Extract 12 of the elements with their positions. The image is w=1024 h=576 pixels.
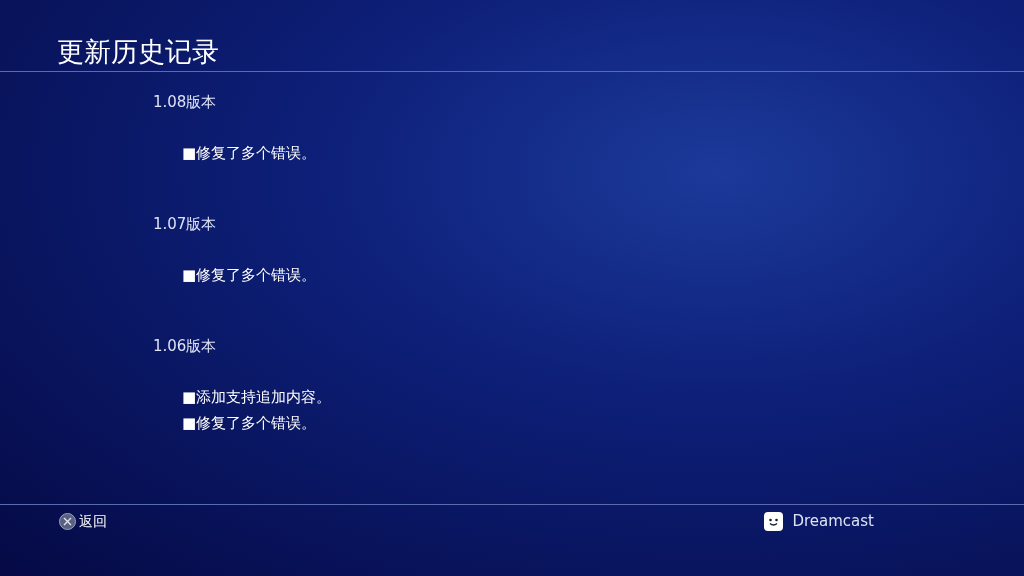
version-heading: 1.08版本 — [153, 92, 217, 112]
user-name: Dreamcast — [792, 511, 874, 531]
update-note: ■添加支持追加内容。 — [182, 387, 332, 407]
back-label: 返回 — [79, 512, 107, 531]
version-heading: 1.07版本 — [153, 214, 217, 234]
smiley-avatar-icon — [764, 511, 784, 531]
update-note: ■修复了多个错误。 — [182, 265, 317, 285]
page-title: 更新历史记录 — [57, 38, 219, 65]
cross-button-icon — [59, 512, 76, 530]
version-heading: 1.06版本 — [153, 336, 217, 356]
update-note: ■修复了多个错误。 — [182, 143, 317, 163]
update-note: ■修复了多个错误。 — [182, 413, 317, 433]
